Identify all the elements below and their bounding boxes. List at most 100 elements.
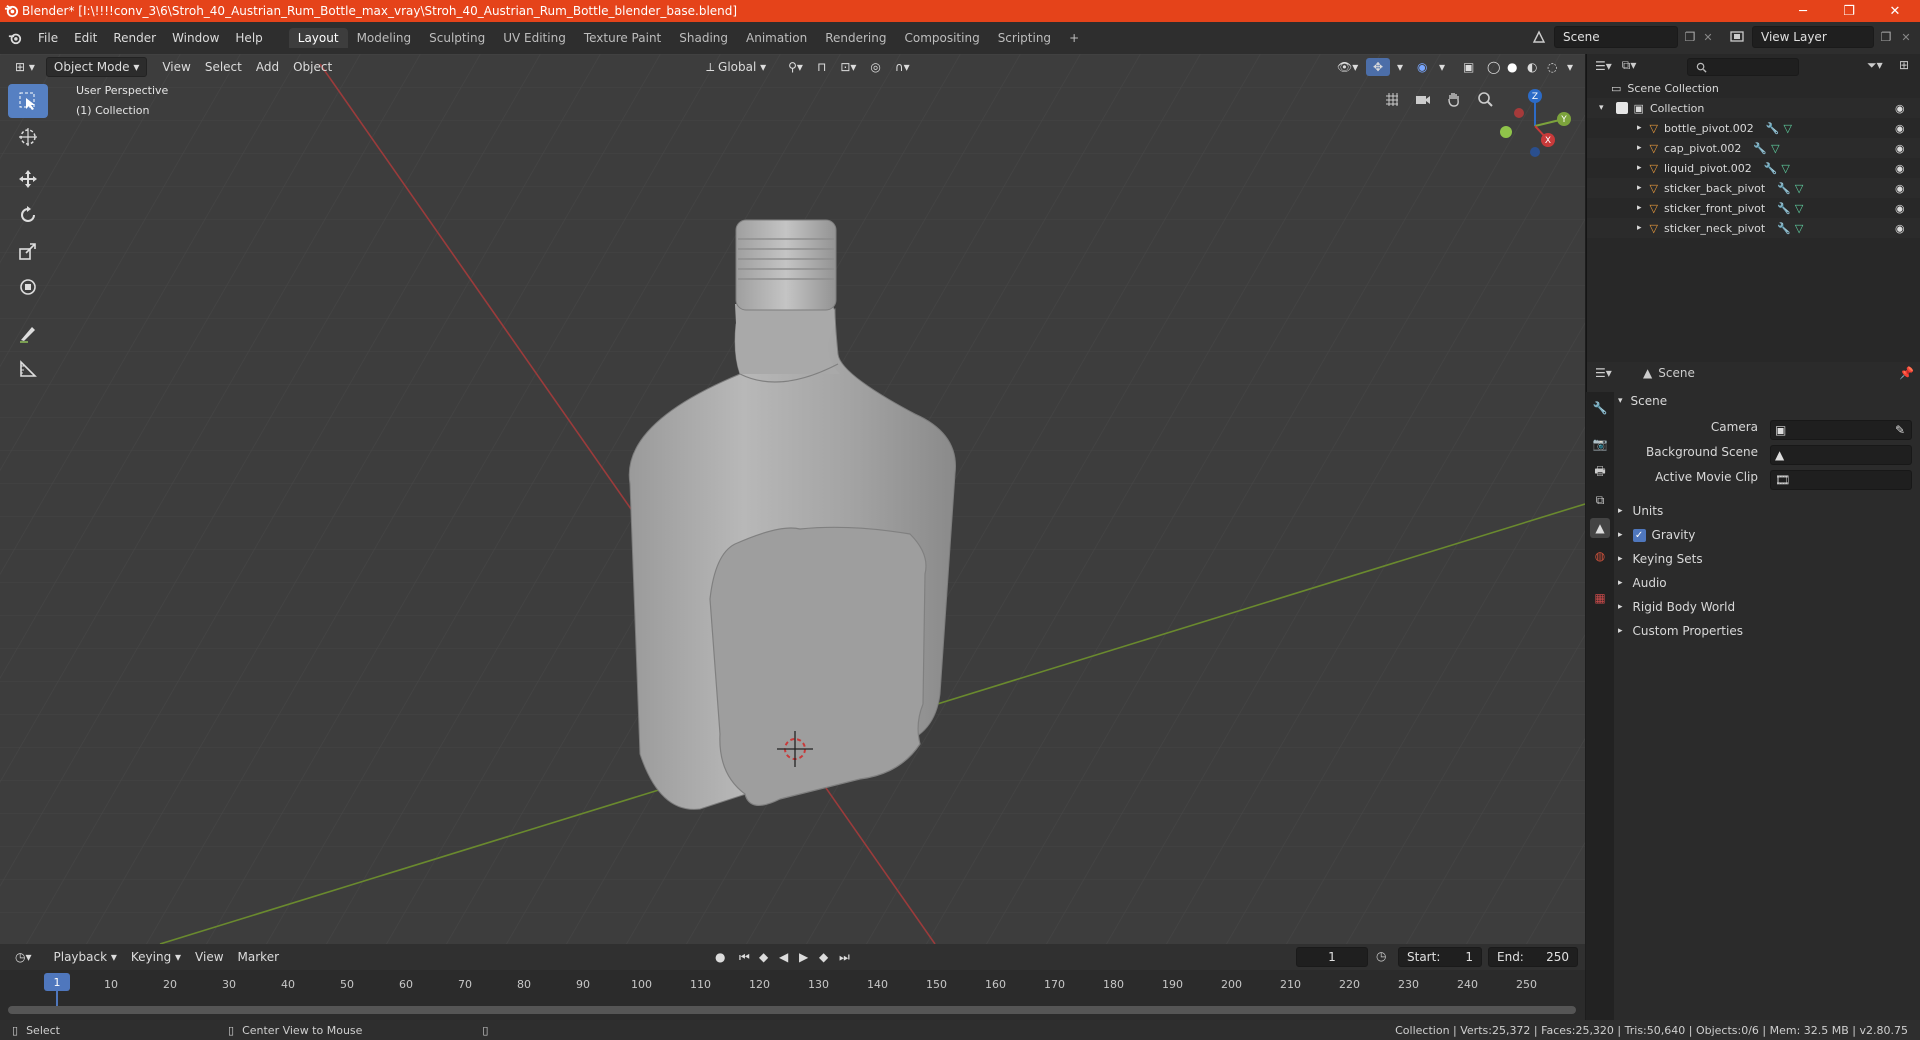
shading-dropdown-icon[interactable]: ▾ xyxy=(1560,58,1580,76)
gizmo-dropdown-icon[interactable]: ▾ xyxy=(1390,58,1410,76)
gravity-checkbox[interactable]: ✓ xyxy=(1632,528,1646,542)
background-scene-field[interactable]: ▲ xyxy=(1770,445,1912,465)
audio-panel-header[interactable]: ▸ Audio xyxy=(1618,572,1918,594)
mesh-data-icon[interactable]: ▽ xyxy=(1781,162,1789,175)
timeline-scrollbar[interactable] xyxy=(8,1006,1576,1014)
proportional-edit-icon[interactable]: ◎ xyxy=(863,58,887,76)
menu-select[interactable]: Select xyxy=(198,58,249,76)
editor-type-icon[interactable]: ⊞ ▾ xyxy=(8,58,42,76)
tab-modeling[interactable]: Modeling xyxy=(348,28,421,48)
menu-add[interactable]: Add xyxy=(249,58,286,76)
object-visibility-icon[interactable]: ◉ xyxy=(1895,202,1905,215)
output-tab-icon[interactable]: 🖶 xyxy=(1590,462,1610,482)
add-workspace-button[interactable]: + xyxy=(1060,28,1088,48)
toggle-ortho-icon[interactable] xyxy=(1379,86,1405,112)
camera-field[interactable]: ▣ ✎ xyxy=(1770,420,1912,440)
move-tool-icon[interactable] xyxy=(8,162,48,196)
menu-object[interactable]: Object xyxy=(286,58,339,76)
modifier-icon[interactable]: 🔧 xyxy=(1764,162,1778,175)
end-frame-field[interactable]: End: 250 xyxy=(1488,947,1578,967)
expand-icon[interactable]: ▸ xyxy=(1637,223,1642,233)
select-box-tool-icon[interactable] xyxy=(8,84,48,118)
object-visibility-icon[interactable]: ◉ xyxy=(1895,162,1905,175)
outliner-object-row[interactable]: ▸ ▽ sticker_front_pivot 🔧 ▽ ◉ xyxy=(1587,198,1920,218)
scene-panel-header[interactable]: ▾ Scene xyxy=(1618,390,1918,412)
maximize-button[interactable]: ❐ xyxy=(1826,0,1872,22)
menu-render[interactable]: Render xyxy=(105,31,164,45)
modifier-icon[interactable]: 🔧 xyxy=(1777,222,1791,235)
modifier-icon[interactable]: 🔧 xyxy=(1777,182,1791,195)
texture-tab-icon[interactable]: ▦ xyxy=(1590,588,1610,608)
collection-checkbox[interactable] xyxy=(1615,102,1628,114)
tool-tab-icon[interactable]: 🔧 xyxy=(1590,398,1610,418)
scene-selector-icon[interactable] xyxy=(1528,26,1550,48)
falloff-icon[interactable]: ∩▾ xyxy=(888,58,917,76)
object-visibility-icon[interactable]: ◉ xyxy=(1895,122,1905,135)
modifier-icon[interactable]: 🔧 xyxy=(1766,122,1780,135)
menu-window[interactable]: Window xyxy=(164,31,227,45)
tab-rendering[interactable]: Rendering xyxy=(816,28,895,48)
zoom-view-icon[interactable] xyxy=(1472,86,1498,112)
collection-visibility-icon[interactable]: ◉ xyxy=(1895,102,1905,115)
filter-icon[interactable]: ⏷▾ xyxy=(1867,58,1883,73)
mesh-data-icon[interactable]: ▽ xyxy=(1795,222,1803,235)
current-frame-field[interactable]: 1 xyxy=(1296,947,1368,967)
outliner-collection-row[interactable]: ▾ ▣ Collection ◉ xyxy=(1587,98,1920,118)
collapse-icon[interactable]: ▾ xyxy=(1599,103,1604,113)
mesh-data-icon[interactable]: ▽ xyxy=(1783,122,1791,135)
gravity-panel-header[interactable]: ▸ ✓ Gravity xyxy=(1618,524,1918,546)
menu-marker[interactable]: Marker xyxy=(231,948,286,966)
annotate-tool-icon[interactable] xyxy=(8,316,48,350)
tab-animation[interactable]: Animation xyxy=(737,28,816,48)
pan-view-icon[interactable] xyxy=(1441,86,1467,112)
eyedropper-icon[interactable]: ✎ xyxy=(1895,423,1905,437)
new-collection-icon[interactable]: ⊞ xyxy=(1899,58,1909,72)
menu-file[interactable]: File xyxy=(30,31,66,45)
tab-sculpting[interactable]: Sculpting xyxy=(420,28,494,48)
3d-viewport[interactable] xyxy=(0,54,1585,944)
remove-scene-icon[interactable]: ✕ xyxy=(1700,26,1716,48)
gizmo-toggle-icon[interactable]: ✥ xyxy=(1366,58,1391,76)
scene-field[interactable]: Scene xyxy=(1554,26,1678,48)
view-layer-tab-icon[interactable]: ⧉ xyxy=(1590,490,1610,510)
overlays-icon[interactable]: ◉ xyxy=(1410,58,1434,76)
properties-editor-icon[interactable]: ☰▾ xyxy=(1595,366,1612,380)
visibility-icon[interactable]: 👁▾ xyxy=(1330,58,1365,76)
scale-tool-icon[interactable] xyxy=(8,234,48,268)
expand-icon[interactable]: ▸ xyxy=(1637,123,1642,133)
outliner-object-row[interactable]: ▸ ▽ sticker_back_pivot 🔧 ▽ ◉ xyxy=(1587,178,1920,198)
mesh-data-icon[interactable]: ▽ xyxy=(1795,182,1803,195)
expand-icon[interactable]: ▸ xyxy=(1637,183,1642,193)
jump-end-icon[interactable]: ⏭ xyxy=(832,948,857,967)
view-layer-icon[interactable] xyxy=(1726,26,1748,48)
outliner-object-row[interactable]: ▸ ▽ cap_pivot.002 🔧 ▽ ◉ xyxy=(1587,138,1920,158)
outliner-search-input[interactable] xyxy=(1687,58,1799,76)
object-visibility-icon[interactable]: ◉ xyxy=(1895,142,1905,155)
menu-keying[interactable]: Keying ▾ xyxy=(124,948,188,966)
modifier-icon[interactable]: 🔧 xyxy=(1753,142,1767,155)
outliner-scene-collection[interactable]: ▭ Scene Collection xyxy=(1587,78,1920,98)
scene-tab-icon[interactable]: ▲ xyxy=(1590,518,1610,538)
mode-selector[interactable]: Object Mode ▾ xyxy=(45,57,148,77)
pin-icon[interactable]: 📌 xyxy=(1899,366,1914,380)
preview-range-icon[interactable]: ◷ xyxy=(1376,949,1386,963)
pivot-point-icon[interactable]: ⚲▾ xyxy=(781,58,810,76)
blender-menu-icon[interactable] xyxy=(0,31,30,45)
custom-properties-panel-header[interactable]: ▸ Custom Properties xyxy=(1618,620,1918,642)
object-visibility-icon[interactable]: ◉ xyxy=(1895,182,1905,195)
start-frame-field[interactable]: Start: 1 xyxy=(1398,947,1482,967)
snap-icon[interactable]: ⊓ xyxy=(810,58,833,76)
close-button[interactable]: ✕ xyxy=(1872,0,1918,22)
timeline-editor-icon[interactable]: ◷▾ xyxy=(8,948,39,966)
tab-scripting[interactable]: Scripting xyxy=(989,28,1060,48)
mesh-data-icon[interactable]: ▽ xyxy=(1771,142,1779,155)
mesh-data-icon[interactable]: ▽ xyxy=(1795,202,1803,215)
overlays-dropdown-icon[interactable]: ▾ xyxy=(1432,58,1452,76)
menu-edit[interactable]: Edit xyxy=(66,31,105,45)
render-tab-icon[interactable]: 📷 xyxy=(1590,434,1610,454)
playhead[interactable]: 1 xyxy=(44,973,70,991)
keying-sets-panel-header[interactable]: ▸ Keying Sets xyxy=(1618,548,1918,570)
new-scene-icon[interactable]: ❐ xyxy=(1680,26,1700,48)
expand-icon[interactable]: ▸ xyxy=(1637,163,1642,173)
view-layer-field[interactable]: View Layer xyxy=(1752,26,1874,48)
